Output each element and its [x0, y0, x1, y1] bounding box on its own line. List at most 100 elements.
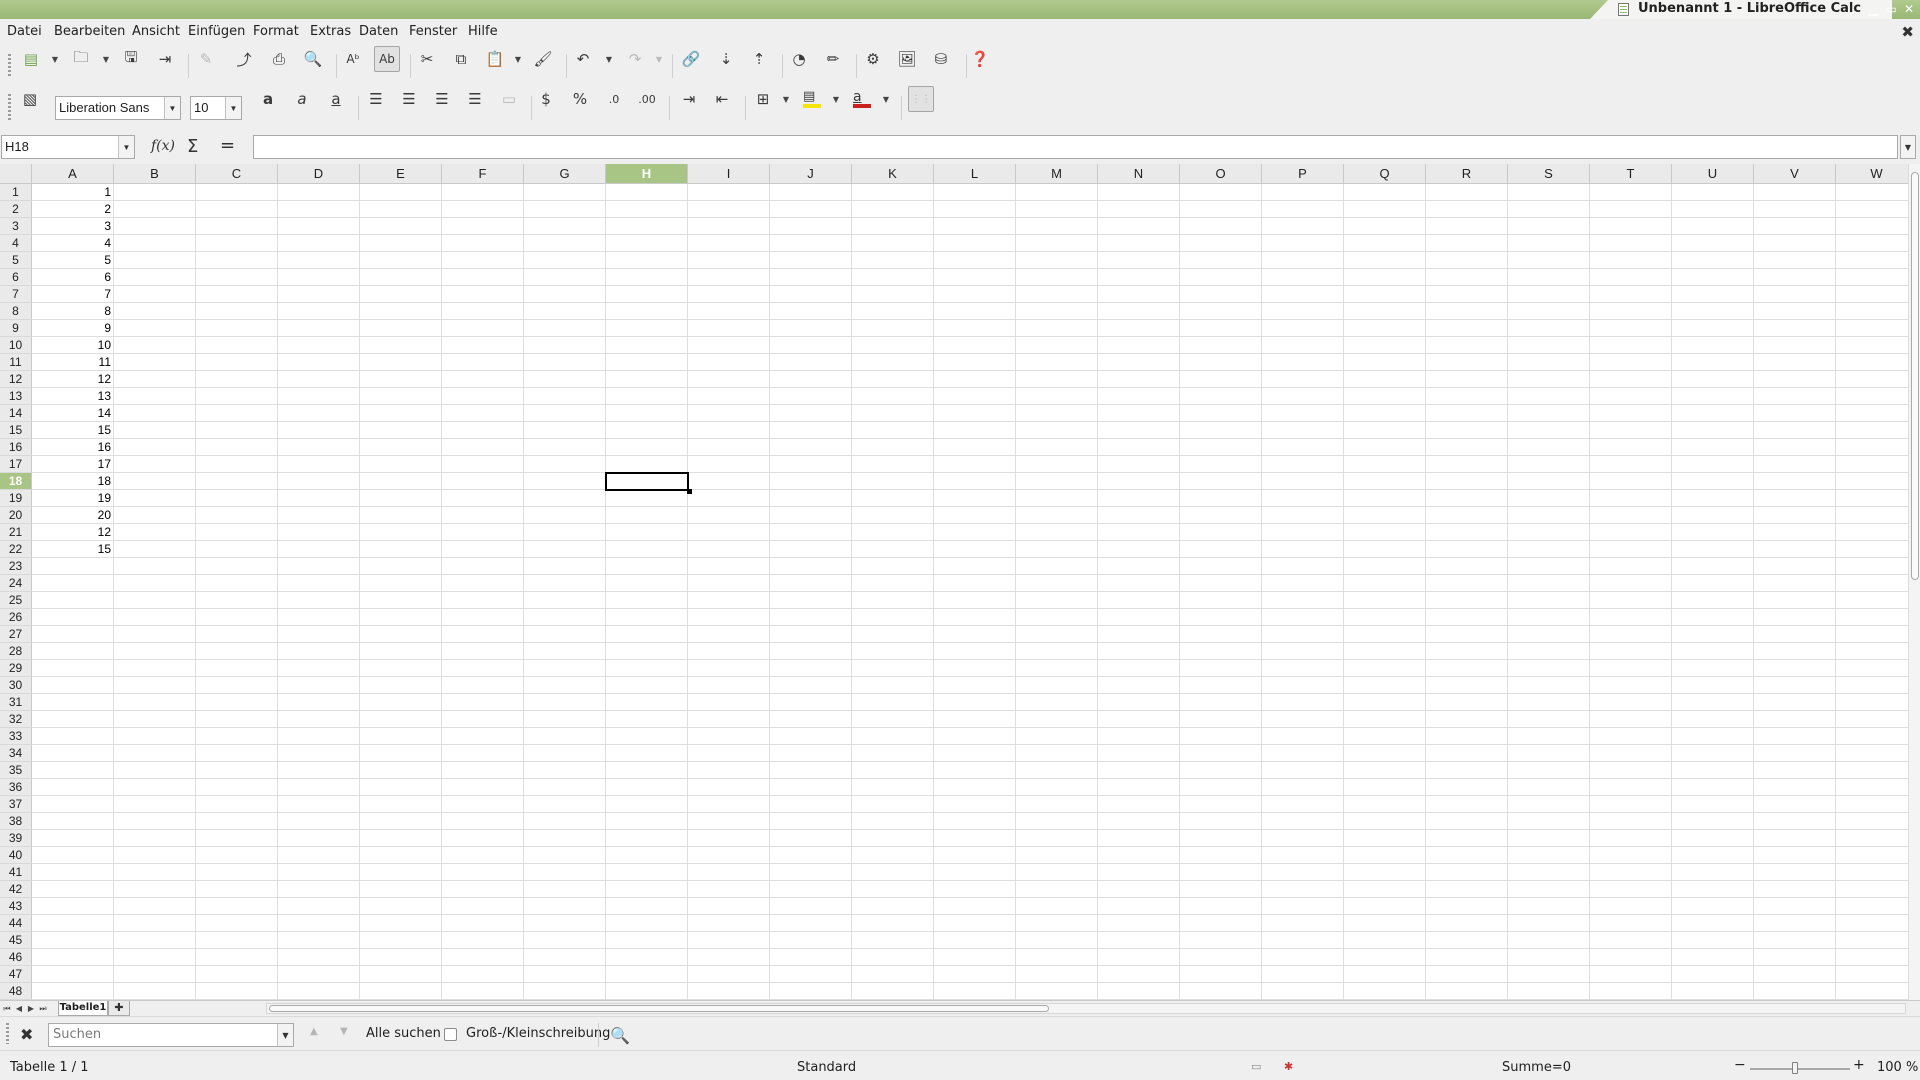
cell-a13[interactable]: 13 [32, 388, 114, 405]
spreadsheet-grid[interactable]: ABCDEFGHIJKLMNOPQRSTUVW 1 2 3 4 5 6 7 8 9 10 11 12 1… [0, 164, 1920, 1000]
row-header-12[interactable]: 12 [0, 371, 32, 388]
italic-icon[interactable]: a [289, 86, 315, 112]
justify-icon[interactable]: ☰ [462, 86, 488, 112]
cell-a12[interactable]: 12 [32, 371, 114, 388]
bold-icon[interactable]: a [255, 86, 281, 112]
match-case-label[interactable]: Groß-/Kleinschreibung [466, 1026, 610, 1041]
row-header-28[interactable]: 28 [0, 643, 32, 660]
column-header-i[interactable]: I [688, 164, 770, 184]
open-dropdown-icon[interactable]: ▼ [102, 46, 110, 72]
row-header-15[interactable]: 15 [0, 422, 32, 439]
cell-a4[interactable]: 4 [32, 235, 114, 252]
next-sheet-icon[interactable]: ▶ [26, 1003, 36, 1015]
row-header-7[interactable]: 7 [0, 286, 32, 303]
find-previous-icon[interactable]: ▲ [310, 1026, 318, 1037]
last-sheet-icon[interactable]: ⏭ [38, 1003, 48, 1015]
autospellcheck-icon[interactable]: Ab [374, 46, 400, 72]
menu-einfuegen[interactable]: Einfügen [188, 24, 245, 39]
vertical-scroll-thumb[interactable] [1911, 172, 1919, 580]
borders-dropdown-icon[interactable]: ▼ [782, 86, 790, 112]
row-header-1[interactable]: 1 [0, 184, 32, 201]
font-color-icon[interactable]: a [849, 86, 875, 112]
find-all-button[interactable]: Alle suchen [366, 1026, 441, 1041]
column-header-e[interactable]: E [360, 164, 442, 184]
expand-formula-icon[interactable]: ▼ [1900, 135, 1916, 159]
row-header-46[interactable]: 46 [0, 949, 32, 966]
redo-dropdown-icon[interactable]: ▼ [655, 46, 663, 72]
select-all-corner[interactable] [0, 164, 32, 184]
menu-extras[interactable]: Extras [310, 24, 351, 39]
cell-a10[interactable]: 10 [32, 337, 114, 354]
match-case-checkbox[interactable] [444, 1028, 457, 1041]
sort-ascending-icon[interactable]: ⇣ [713, 46, 739, 72]
row-header-38[interactable]: 38 [0, 813, 32, 830]
column-header-b[interactable]: B [114, 164, 196, 184]
menu-hilfe[interactable]: Hilfe [468, 24, 498, 39]
sort-descending-icon[interactable]: ⇡ [746, 46, 772, 72]
cell-a17[interactable]: 17 [32, 456, 114, 473]
gridlines-toggle-icon[interactable]: ⋮⋮ [908, 86, 934, 112]
cell-a15[interactable]: 15 [32, 422, 114, 439]
close-document-icon[interactable]: ✖ [1901, 23, 1914, 41]
sum-indicator[interactable]: Summe=0 [1502, 1060, 1571, 1075]
find-next-icon[interactable]: ▼ [340, 1026, 348, 1037]
draw-functions-icon[interactable]: ✏ [820, 46, 846, 72]
row-header-35[interactable]: 35 [0, 762, 32, 779]
cell-a22[interactable]: 15 [32, 541, 114, 558]
align-left-icon[interactable]: ☰ [363, 86, 389, 112]
font-color-dropdown-icon[interactable]: ▼ [882, 86, 890, 112]
minimize-icon[interactable]: ▁ [1866, 0, 1880, 19]
align-right-icon[interactable]: ☰ [429, 86, 455, 112]
cell-a19[interactable]: 19 [32, 490, 114, 507]
delete-decimal-icon[interactable]: .00 [634, 86, 660, 112]
toolbar-grip[interactable] [8, 94, 11, 122]
column-header-m[interactable]: M [1016, 164, 1098, 184]
column-header-p[interactable]: P [1262, 164, 1344, 184]
row-header-24[interactable]: 24 [0, 575, 32, 592]
row-header-48[interactable]: 48 [0, 983, 32, 1000]
new-dropdown-icon[interactable]: ▼ [51, 46, 59, 72]
column-header-o[interactable]: O [1180, 164, 1262, 184]
row-header-18[interactable]: 18 [0, 473, 32, 490]
paste-icon[interactable]: 📋 [482, 46, 508, 72]
undo-dropdown-icon[interactable]: ▼ [605, 46, 613, 72]
close-window-icon[interactable]: ✕ [1902, 0, 1916, 19]
horizontal-scroll-thumb[interactable] [269, 1005, 1049, 1012]
row-header-17[interactable]: 17 [0, 456, 32, 473]
column-header-q[interactable]: Q [1344, 164, 1426, 184]
export-pdf-icon[interactable]: ⤴ [231, 46, 257, 72]
chevron-down-icon[interactable]: ▼ [164, 97, 180, 119]
align-center-icon[interactable]: ☰ [396, 86, 422, 112]
horizontal-scrollbar[interactable] [266, 1003, 1906, 1014]
row-header-9[interactable]: 9 [0, 320, 32, 337]
cell-a21[interactable]: 12 [32, 524, 114, 541]
menu-daten[interactable]: Daten [359, 24, 398, 39]
chevron-down-icon[interactable]: ▼ [118, 136, 134, 158]
cell-area[interactable] [32, 184, 1912, 1000]
cell-a16[interactable]: 16 [32, 439, 114, 456]
autofill-handle[interactable] [687, 489, 692, 494]
zoom-out-icon[interactable]: − [1734, 1057, 1746, 1073]
column-header-a[interactable]: A [32, 164, 114, 184]
column-header-h[interactable]: H [606, 164, 688, 184]
chart-icon[interactable]: ◔ [786, 46, 812, 72]
styles-icon[interactable]: ▧ [17, 86, 43, 112]
row-header-25[interactable]: 25 [0, 592, 32, 609]
row-header-13[interactable]: 13 [0, 388, 32, 405]
row-header-23[interactable]: 23 [0, 558, 32, 575]
row-header-10[interactable]: 10 [0, 337, 32, 354]
row-header-14[interactable]: 14 [0, 405, 32, 422]
redo-icon[interactable]: ↷ [622, 46, 648, 72]
row-header-41[interactable]: 41 [0, 864, 32, 881]
add-sheet-icon[interactable]: ✚ [108, 1001, 130, 1016]
cell-a9[interactable]: 9 [32, 320, 114, 337]
row-header-2[interactable]: 2 [0, 201, 32, 218]
underline-icon[interactable]: a [323, 86, 349, 112]
copy-icon[interactable]: ⧉ [448, 46, 474, 72]
row-header-26[interactable]: 26 [0, 609, 32, 626]
cell-a5[interactable]: 5 [32, 252, 114, 269]
print-icon[interactable]: ⎙ [266, 46, 292, 72]
cell-a20[interactable]: 20 [32, 507, 114, 524]
zoom-level[interactable]: 100 % [1877, 1060, 1918, 1075]
row-header-4[interactable]: 4 [0, 235, 32, 252]
